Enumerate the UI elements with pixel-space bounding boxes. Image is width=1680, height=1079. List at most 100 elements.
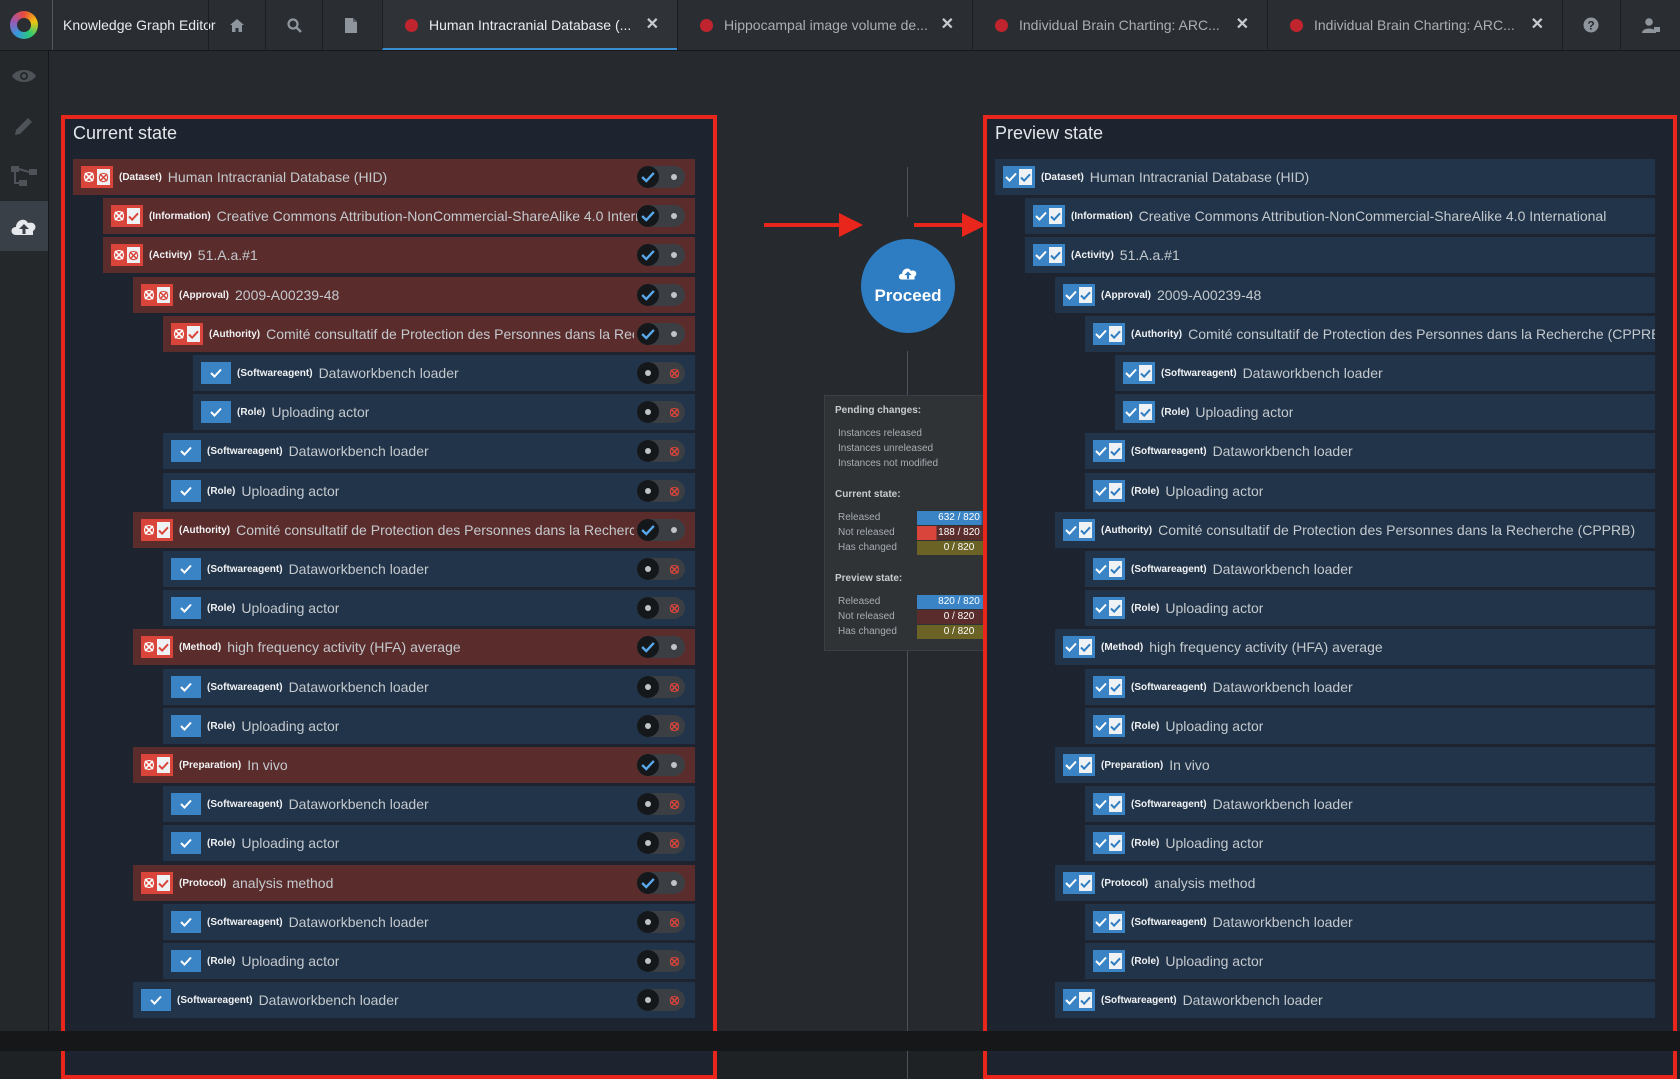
release-toggle[interactable] — [637, 480, 685, 502]
tree-row[interactable]: (Softwareagent) Dataworkbench loader — [1085, 551, 1655, 587]
graph-icon[interactable] — [0, 151, 48, 201]
release-toggle[interactable] — [637, 832, 685, 854]
tree-row[interactable]: (Authority) Comité consultatif de Protect… — [1085, 316, 1655, 352]
tree-row[interactable]: (Softwareagent) Dataworkbench loader — [193, 355, 695, 391]
status-checkbox[interactable] — [111, 244, 143, 266]
tree-row[interactable]: (Softwareagent) Dataworkbench loader — [1055, 982, 1655, 1018]
tree-row[interactable]: (Preparation) In vivo — [1055, 747, 1655, 783]
tree-row[interactable]: (Approval) 2009-A00239-48 — [133, 277, 695, 313]
release-toggle[interactable] — [637, 166, 685, 188]
home-icon[interactable] — [208, 0, 265, 50]
tree-row[interactable]: (Activity) 51.A.a.#1 — [1025, 237, 1655, 273]
release-toggle[interactable] — [637, 401, 685, 423]
tree-row[interactable]: (Role) Uploading actor — [163, 825, 695, 861]
release-toggle[interactable] — [637, 362, 685, 384]
release-toggle[interactable] — [637, 558, 685, 580]
tab-hippocampal[interactable]: Hippocampal image volume de... ✕ — [677, 0, 972, 50]
tree-row[interactable]: (Softwareagent) Dataworkbench loader — [1085, 669, 1655, 705]
status-checkbox[interactable] — [1093, 676, 1125, 698]
status-checkbox[interactable] — [1093, 558, 1125, 580]
status-checkbox[interactable] — [171, 440, 201, 462]
status-checkbox[interactable] — [1093, 597, 1125, 619]
tree-row[interactable]: (Softwareagent) Dataworkbench loader — [163, 904, 695, 940]
status-checkbox[interactable] — [171, 832, 201, 854]
status-checkbox[interactable] — [81, 166, 113, 188]
status-checkbox[interactable] — [1093, 715, 1125, 737]
status-checkbox[interactable] — [141, 754, 173, 776]
tab-ibc-2[interactable]: Individual Brain Charting: ARC... ✕ — [1267, 0, 1562, 50]
document-icon[interactable] — [322, 0, 379, 50]
status-checkbox[interactable] — [171, 911, 201, 933]
status-checkbox[interactable] — [1123, 401, 1155, 423]
tree-row[interactable]: (Role) Uploading actor — [1085, 708, 1655, 744]
pencil-icon[interactable] — [0, 101, 48, 151]
tree-row[interactable]: (Softwareagent) Dataworkbench loader — [1085, 786, 1655, 822]
tree-row[interactable]: (Dataset) Human Intracranial Database (HI… — [73, 159, 695, 195]
tree-row[interactable]: (Role) Uploading actor — [163, 708, 695, 744]
status-checkbox[interactable] — [1123, 362, 1155, 384]
release-toggle[interactable] — [637, 323, 685, 345]
status-checkbox[interactable] — [1003, 166, 1035, 188]
search-icon[interactable] — [265, 0, 322, 50]
status-checkbox[interactable] — [1063, 636, 1095, 658]
tree-row[interactable]: (Softwareagent) Dataworkbench loader — [163, 433, 695, 469]
status-checkbox[interactable] — [1063, 989, 1095, 1011]
status-checkbox[interactable] — [111, 205, 143, 227]
status-checkbox[interactable] — [1093, 480, 1125, 502]
tree-row[interactable]: (Role) Uploading actor — [1085, 825, 1655, 861]
status-checkbox[interactable] — [1063, 872, 1095, 894]
release-toggle[interactable] — [637, 793, 685, 815]
status-checkbox[interactable] — [1093, 793, 1125, 815]
tree-row[interactable]: (Softwareagent) Dataworkbench loader — [163, 786, 695, 822]
status-checkbox[interactable] — [1033, 205, 1065, 227]
tree-row[interactable]: (Role) Uploading actor — [1115, 394, 1655, 430]
release-toggle[interactable] — [637, 636, 685, 658]
status-checkbox[interactable] — [1063, 754, 1095, 776]
release-toggle[interactable] — [637, 911, 685, 933]
status-checkbox[interactable] — [171, 597, 201, 619]
tree-row[interactable]: (Softwareagent) Dataworkbench loader — [1115, 355, 1655, 391]
release-toggle[interactable] — [637, 244, 685, 266]
tree-row[interactable]: (Role) Uploading actor — [163, 590, 695, 626]
release-toggle[interactable] — [637, 754, 685, 776]
tab-human-intracranial[interactable]: Human Intracranial Database (... ✕ — [382, 0, 677, 50]
release-toggle[interactable] — [637, 440, 685, 462]
release-toggle[interactable] — [637, 715, 685, 737]
help-icon[interactable]: ? — [1562, 0, 1619, 50]
tree-row[interactable]: (Softwareagent) Dataworkbench loader — [133, 982, 695, 1018]
close-icon[interactable]: ✕ — [646, 0, 659, 50]
status-checkbox[interactable] — [1093, 440, 1125, 462]
proceed-button[interactable]: Proceed — [861, 239, 955, 333]
tree-row[interactable]: (Protocol) analysis method — [133, 865, 695, 901]
status-checkbox[interactable] — [141, 636, 173, 658]
cloud-upload-icon[interactable] — [0, 201, 48, 251]
tree-row[interactable]: (Method) high frequency activity (HFA) av… — [133, 629, 695, 665]
eye-icon[interactable] — [0, 51, 48, 101]
tree-row[interactable]: (Role) Uploading actor — [163, 943, 695, 979]
status-checkbox[interactable] — [1063, 519, 1095, 541]
close-icon[interactable]: ✕ — [1236, 0, 1249, 50]
tree-row[interactable]: (Role) Uploading actor — [1085, 943, 1655, 979]
tree-row[interactable]: (Role) Uploading actor — [163, 473, 695, 509]
tree-row[interactable]: (Protocol) analysis method — [1055, 865, 1655, 901]
status-checkbox[interactable] — [171, 676, 201, 698]
status-checkbox[interactable] — [171, 323, 203, 345]
tree-row[interactable]: (Role) Uploading actor — [1085, 473, 1655, 509]
tree-row[interactable]: (Softwareagent) Dataworkbench loader — [163, 551, 695, 587]
release-toggle[interactable] — [637, 676, 685, 698]
tree-row[interactable]: (Preparation) In vivo — [133, 747, 695, 783]
tree-row[interactable]: (Authority) Comité consultatif de Protect… — [163, 316, 695, 352]
release-toggle[interactable] — [637, 205, 685, 227]
tree-row[interactable]: (Dataset) Human Intracranial Database (HI… — [995, 159, 1655, 195]
status-checkbox[interactable] — [1093, 832, 1125, 854]
tree-row[interactable]: (Authority) Comité consultatif de Protect… — [133, 512, 695, 548]
status-checkbox[interactable] — [141, 519, 173, 541]
status-checkbox[interactable] — [1093, 323, 1125, 345]
status-checkbox[interactable] — [171, 715, 201, 737]
tree-row[interactable]: (Softwareagent) Dataworkbench loader — [163, 669, 695, 705]
tree-row[interactable]: (Softwareagent) Dataworkbench loader — [1085, 433, 1655, 469]
release-toggle[interactable] — [637, 597, 685, 619]
status-checkbox[interactable] — [201, 401, 231, 423]
release-toggle[interactable] — [637, 519, 685, 541]
tree-row[interactable]: (Information) Creative Commons Attributio… — [1025, 198, 1655, 234]
